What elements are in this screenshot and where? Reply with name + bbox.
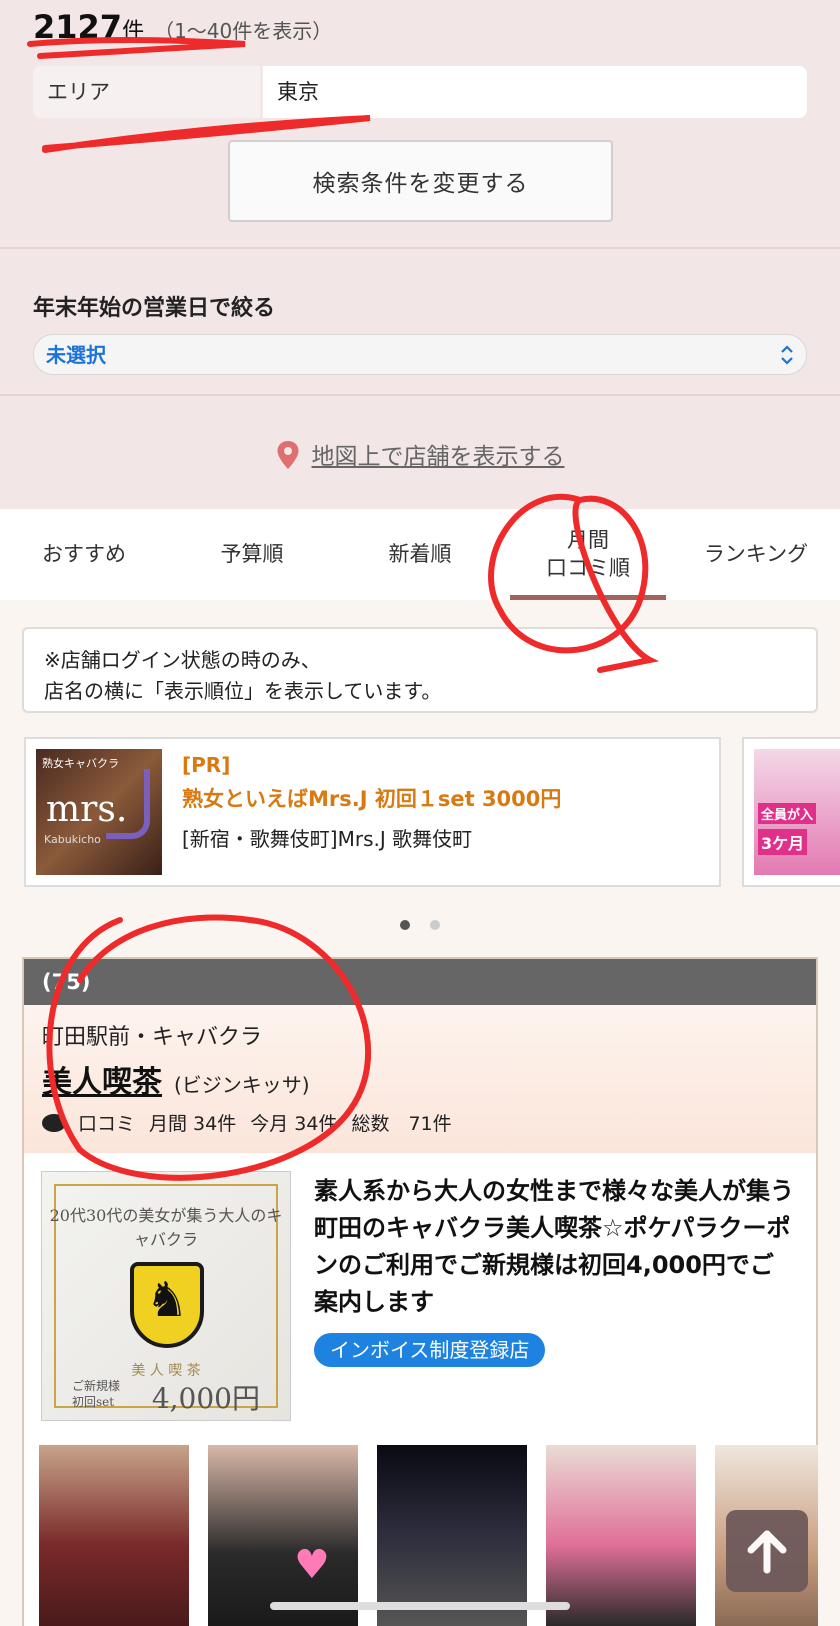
shop-name-link[interactable]: 美人喫茶	[42, 1065, 162, 1100]
shop-photo-gallery: ♥	[39, 1445, 818, 1626]
select-chevron-icon	[781, 345, 793, 365]
shop-name-row: 美人喫茶 (ビジンキッサ)	[42, 1057, 816, 1101]
area-filter-value: 東京	[277, 80, 319, 104]
home-indicator	[270, 1602, 570, 1610]
gallery-photo[interactable]: ♥	[208, 1445, 358, 1626]
tab-label: 予算順	[220, 541, 284, 566]
notice-line2: 店名の横に「表示順位」を表示しています。	[44, 679, 442, 703]
holiday-filter-label: 年末年始の営業日で絞る	[33, 296, 276, 321]
heart-icon: ♥	[294, 1542, 330, 1588]
gallery-photo[interactable]	[39, 1445, 189, 1626]
image-price: 4,000円	[151, 1382, 260, 1415]
pr-tag: [PR]	[182, 753, 231, 777]
map-link[interactable]: 地図上で店舗を表示する	[0, 437, 840, 471]
tab-recommended[interactable]: おすすめ	[0, 509, 168, 600]
tab-label: 新着順	[388, 541, 452, 566]
pr-thumb-text: 3ケ月	[758, 829, 808, 855]
carousel-dot-active[interactable]	[400, 920, 410, 930]
login-notice: ※店舗ログイン状態の時のみ、 店名の横に「表示順位」を表示しています。	[22, 627, 818, 713]
review-this-month: 今月 34件	[250, 1113, 338, 1135]
tab-newest[interactable]: 新着順	[336, 509, 504, 600]
tab-label-line2: 口コミ順	[546, 555, 630, 580]
sort-tabs: おすすめ 予算順 新着順 月間 口コミ順 ランキング	[0, 509, 840, 600]
notice-line1: ※店舗ログイン状態の時のみ、	[44, 648, 321, 672]
tab-budget[interactable]: 予算順	[168, 509, 336, 600]
image-price-label-line2: 初回set	[72, 1395, 115, 1409]
change-search-button[interactable]: 検索条件を変更する	[228, 140, 613, 222]
gallery-photo[interactable]	[546, 1445, 696, 1626]
carousel-dots	[0, 915, 840, 934]
result-count: 2127件 （1〜40件を表示）	[33, 8, 332, 46]
pr-thumbnail: 熟女キャバクラ mrs. Kabukicho	[36, 749, 162, 875]
shop-main: 20代30代の美女が集う大人のキャバクラ 美 人 喫 茶 ご新規様 初回set …	[24, 1153, 816, 1443]
shop-description: 素人系から大人の女性まで様々な美人が集う町田のキャバクラ美人喫茶☆ポケパラクーポ…	[314, 1177, 794, 1316]
divider	[0, 394, 840, 396]
gallery-photo[interactable]	[377, 1445, 527, 1626]
tab-label: おすすめ	[42, 541, 126, 566]
pr-title: 熟女といえばMrs.J 初回１set 3000円	[182, 787, 562, 811]
tab-monthly-reviews[interactable]: 月間 口コミ順	[504, 509, 672, 600]
area-filter-label: エリア	[33, 66, 263, 118]
holiday-filter-select[interactable]: 未選択	[33, 334, 807, 375]
review-label: 口コミ	[78, 1113, 136, 1135]
image-price-label: ご新規様 初回set	[72, 1378, 120, 1410]
image-caption: 20代30代の美女が集う大人のキャバクラ	[49, 1206, 283, 1249]
pr-thumbnail: 全員が入 3ケ月	[754, 749, 840, 875]
review-monthly: 月間 34件	[149, 1113, 237, 1135]
shop-info: 町田駅前・キャバクラ 美人喫茶 (ビジンキッサ) 口コミ 月間 34件 今月 34…	[24, 1005, 816, 1153]
pr-thumb-text: 全員が入	[758, 803, 817, 824]
holiday-filter-value: 未選択	[46, 343, 106, 367]
shop-main-image[interactable]: 20代30代の美女が集う大人のキャバクラ 美 人 喫 茶 ご新規様 初回set …	[41, 1171, 291, 1421]
review-total: 総数 71件	[351, 1113, 452, 1135]
result-range: （1〜40件を表示）	[154, 19, 333, 43]
knight-shield-logo	[130, 1262, 204, 1348]
map-link-text: 地図上で店舗を表示する	[311, 444, 565, 470]
pr-thumb-location: Kabukicho	[44, 833, 101, 846]
result-count-unit: 件	[122, 19, 145, 44]
arrow-up-icon	[747, 1530, 787, 1574]
result-count-number: 2127	[33, 8, 123, 46]
tab-ranking[interactable]: ランキング	[672, 509, 840, 600]
pr-banner-card[interactable]: 熟女キャバクラ mrs. Kabukicho [PR] 熟女といえばMrs.J …	[24, 737, 721, 887]
speech-bubble-icon	[42, 1113, 66, 1132]
shop-rank: (75)	[24, 959, 816, 1005]
shop-name-kana: (ビジンキッサ)	[174, 1073, 310, 1097]
shop-review-stats: 口コミ 月間 34件 今月 34件 総数 71件	[42, 1109, 816, 1136]
scroll-to-top-button[interactable]	[726, 1510, 808, 1592]
shop-area: 町田駅前・キャバクラ	[42, 1025, 263, 1050]
tab-label: ランキング	[703, 541, 809, 566]
map-pin-icon	[277, 441, 298, 469]
carousel-dot[interactable]	[430, 920, 440, 930]
pr-thumb-j-shape	[106, 769, 150, 839]
image-price-label-line1: ご新規様	[72, 1379, 121, 1393]
tab-label-line1: 月間	[567, 528, 609, 553]
area-filter-row: エリア 東京	[33, 66, 807, 118]
invoice-badge: インボイス制度登録店	[314, 1333, 546, 1367]
search-summary-panel: 2127件 （1〜40件を表示） エリア 東京 検索条件を変更する 年末年始の営業…	[0, 0, 840, 509]
pr-shop-location: [新宿・歌舞伎町]Mrs.J 歌舞伎町	[182, 827, 473, 851]
pr-banner-card-next[interactable]: 全員が入 3ケ月	[742, 737, 840, 887]
divider	[0, 247, 840, 249]
